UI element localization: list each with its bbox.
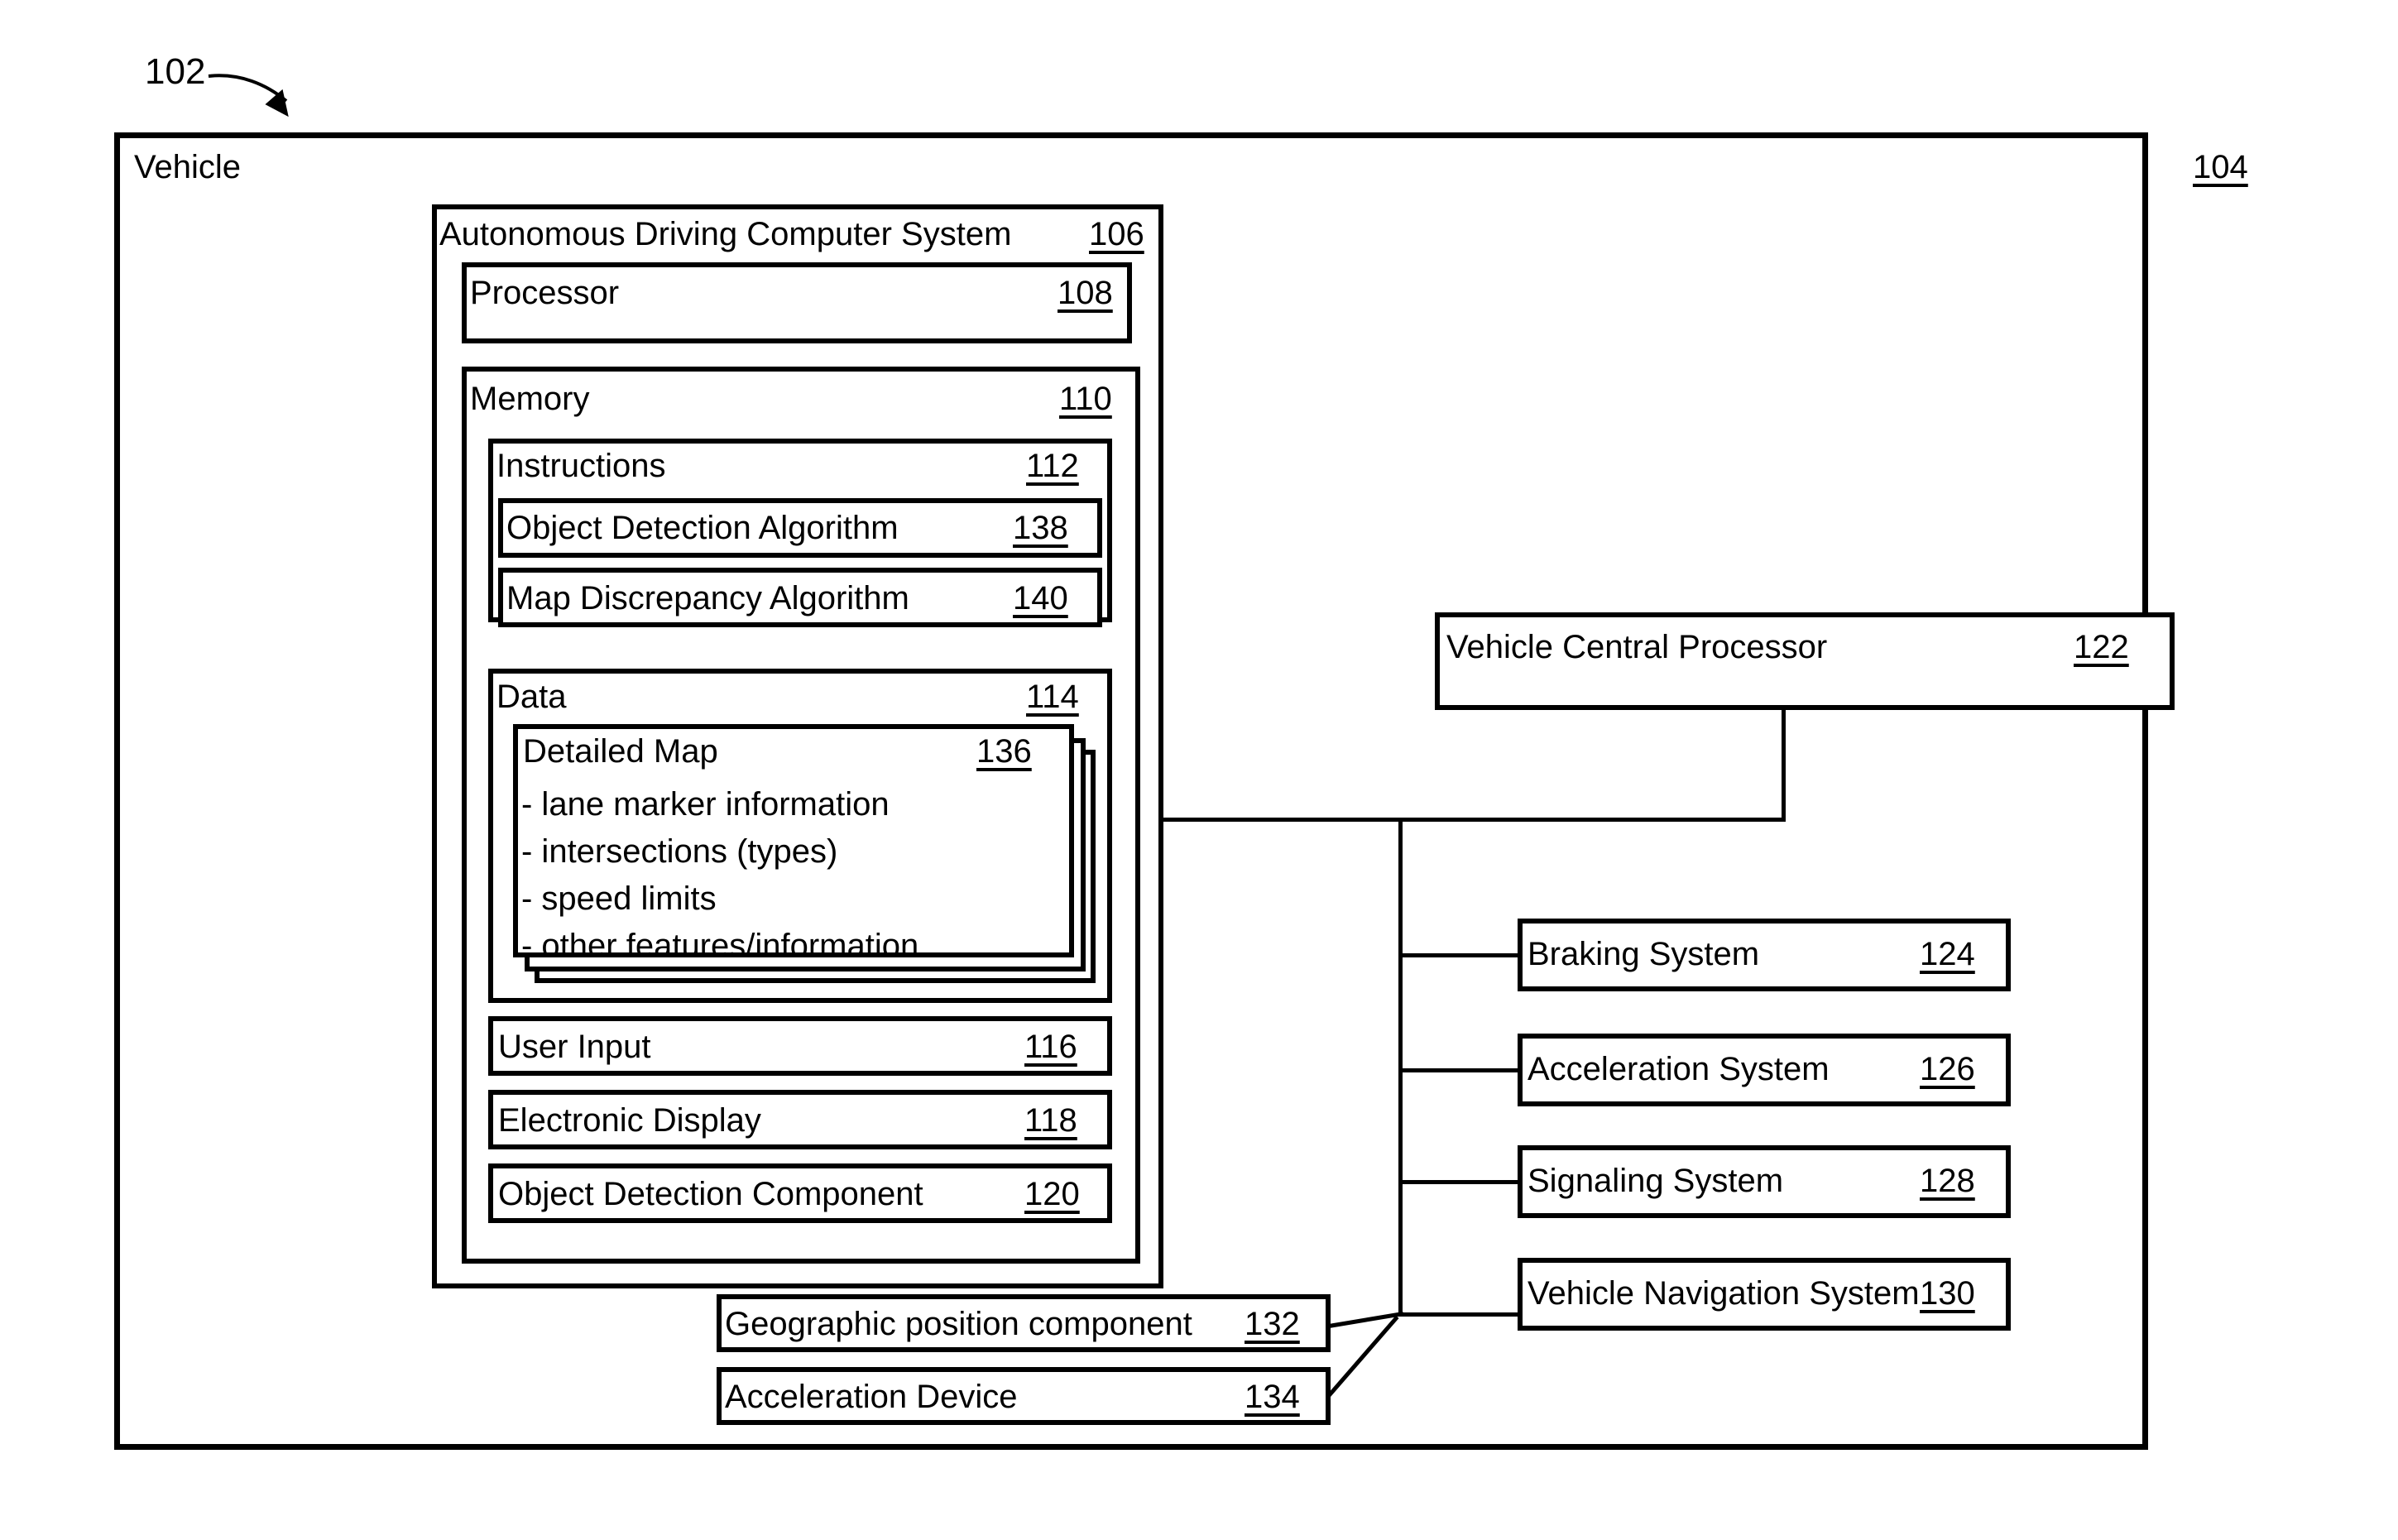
acceleration-device-number: 134 [1245, 1379, 1300, 1415]
acceleration-device-label: Acceleration Device [725, 1379, 1018, 1415]
object-detection-component-number: 120 [1024, 1176, 1080, 1212]
data-label: Data [496, 679, 567, 715]
patent-figure-canvas: 102 Vehicle 104 Autonomous Driving Compu… [0, 0, 2398, 1540]
user-input-number: 116 [1024, 1029, 1077, 1065]
instructions-label: Instructions [496, 448, 666, 484]
map-discrepancy-algorithm-label: Map Discrepancy Algorithm [506, 580, 909, 616]
detailed-map-bullet: - intersections (types) [521, 833, 838, 870]
instructions-number: 112 [1026, 448, 1079, 484]
detailed-map-bullet-list: - lane marker information - intersection… [521, 781, 918, 970]
acceleration-system-label: Acceleration System [1528, 1051, 1830, 1087]
connector-vcp-drop [1782, 708, 1786, 819]
vehicle-central-processor-number: 122 [2074, 629, 2129, 665]
detailed-map-label: Detailed Map [523, 733, 718, 770]
geographic-position-component-number: 132 [1245, 1306, 1300, 1342]
vehicle-navigation-system-number: 130 [1920, 1275, 1975, 1312]
connector-bus-to-vehicle-navigation-system [1398, 1312, 1521, 1317]
reference-tag-102: 102 [145, 51, 206, 92]
curved-arrow-icon [208, 74, 289, 118]
vehicle-central-processor-label: Vehicle Central Processor [1446, 629, 1828, 665]
braking-system-label: Braking System [1528, 936, 1760, 972]
detailed-map-number: 136 [976, 733, 1032, 770]
connector-vertical-bus [1398, 818, 1403, 1316]
object-detection-algorithm-label: Object Detection Algorithm [506, 510, 899, 546]
vehicle-label: Vehicle [134, 149, 241, 185]
connector-bus-to-acceleration-system [1398, 1068, 1521, 1072]
connector-adcs-to-bus [1161, 818, 1786, 822]
user-input-label: User Input [498, 1029, 651, 1065]
connector-bus-to-braking-system [1398, 953, 1521, 957]
object-detection-component-label: Object Detection Component [498, 1176, 923, 1212]
data-number: 114 [1026, 679, 1079, 715]
map-discrepancy-algorithm-number: 140 [1013, 580, 1068, 616]
braking-system-number: 124 [1920, 936, 1975, 972]
acceleration-system-number: 126 [1920, 1051, 1975, 1087]
electronic-display-number: 118 [1024, 1102, 1077, 1139]
memory-label: Memory [470, 381, 590, 417]
object-detection-algorithm-number: 138 [1013, 510, 1068, 546]
vehicle-navigation-system-label: Vehicle Navigation System [1528, 1275, 1920, 1312]
electronic-display-label: Electronic Display [498, 1102, 761, 1139]
connector-bus-to-signaling-system [1398, 1180, 1521, 1184]
processor-label: Processor [470, 275, 620, 311]
signaling-system-label: Signaling System [1528, 1163, 1784, 1199]
geographic-position-component-label: Geographic position component [725, 1306, 1192, 1342]
signaling-system-number: 128 [1920, 1163, 1975, 1199]
vehicle-number: 104 [2193, 149, 2248, 185]
detailed-map-bullet: - other features/information [521, 928, 919, 964]
processor-number: 108 [1058, 275, 1113, 311]
memory-number: 110 [1059, 381, 1112, 417]
adcs-label: Autonomous Driving Computer System [439, 216, 1012, 252]
adcs-number: 106 [1089, 216, 1144, 252]
detailed-map-bullet: - lane marker information [521, 786, 890, 823]
detailed-map-bullet: - speed limits [521, 880, 717, 917]
